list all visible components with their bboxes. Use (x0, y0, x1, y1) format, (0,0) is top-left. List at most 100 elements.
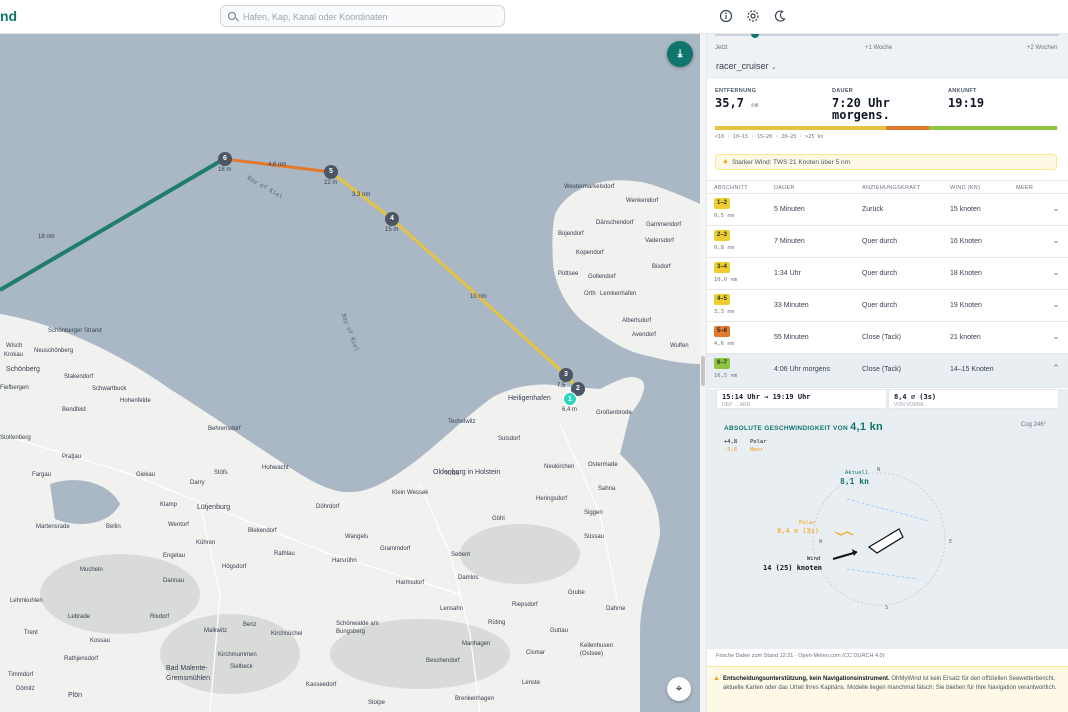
compass-e: E (949, 539, 953, 545)
place-label: Timmdorf (8, 672, 34, 678)
download-button[interactable]: ⤓ (667, 41, 693, 67)
departure-slider[interactable] (715, 34, 1059, 38)
legend-sea-value: -3,6 (724, 447, 738, 453)
leg-badge: 4–5 (714, 294, 730, 305)
leg-distance: 0,5 nm (714, 213, 734, 219)
place-label: Gammendorf (646, 222, 682, 228)
place-label: Ostermade (588, 462, 618, 468)
place-label: Schwartbuck (92, 386, 127, 392)
place-label: Trent (24, 630, 38, 636)
place-label: Kossau (90, 638, 111, 644)
locate-icon[interactable]: ⌖ (667, 677, 691, 701)
leg-force: Close (Tack) (862, 334, 901, 341)
place-label: Kasseedorf (306, 682, 337, 688)
leg-force: Quer durch (862, 238, 898, 245)
waypoint-depth: 7,5 (557, 383, 566, 389)
place-label: Wulfen (670, 343, 689, 349)
place-label: Bisdorf (652, 264, 671, 270)
boat-select[interactable]: racer_cruiser ⌄ (716, 61, 777, 71)
wind-warning: ▲ Starker Wind: TWS 21 Knoten über 5 nm (715, 154, 1057, 170)
place-label: Benz (243, 622, 257, 628)
cog-readout: Cog 246° (1021, 422, 1047, 428)
place-label: Brenkenhagen (455, 696, 495, 702)
column-header: ABSCHNITT (714, 185, 748, 191)
legend-sea-name: Meer (750, 447, 764, 453)
info-icon[interactable] (719, 9, 733, 23)
segment-label: 4,6 nm (268, 162, 287, 168)
search-box[interactable] (220, 5, 505, 27)
place-label: Rixdorf (150, 614, 170, 620)
segment-label: 10 nm (470, 294, 487, 300)
map-view[interactable]: 18 nm 4,6 nm 3,3 nm 10 nm Bay of Kiel Ba… (0, 34, 700, 712)
place-label: Pratjau (62, 454, 82, 460)
chevron-up-icon[interactable]: ⌃ (1051, 363, 1061, 373)
waypoint-marker[interactable]: 4 (385, 212, 399, 226)
scrollbar-thumb[interactable] (701, 356, 705, 386)
place-label: Hohwacht (262, 465, 289, 471)
arrival-value: 19:19 (948, 96, 985, 110)
place-label: Högsdorf (222, 564, 247, 570)
place-label: Bojendorf (558, 231, 584, 237)
wind-bar-seg (929, 126, 979, 130)
brand-logo[interactable]: nd (0, 8, 17, 24)
place-label: Guttau (550, 628, 569, 634)
wind-bar-seg (886, 126, 929, 130)
place-label: Neuschönberg (34, 348, 74, 354)
departure-section: Jetzt +1 Woche +2 Wochen racer_cruiser ⌄ (707, 34, 1068, 78)
place-label: Schönberg (6, 366, 40, 373)
polar-label: Polar (799, 520, 816, 526)
place-label: Döhrdorf (316, 504, 340, 510)
table-row[interactable]: 5–6 4,6 nm 55 Minuten Close (Tack) 21 kn… (707, 322, 1068, 354)
search-input[interactable] (243, 9, 498, 24)
place-label: Sulsdorf (498, 436, 521, 442)
waypoint-marker-start[interactable]: 1 (563, 392, 577, 406)
place-label: Westermarkelsdorf (564, 184, 615, 190)
waypoint-marker[interactable]: 5 (324, 165, 338, 179)
wind-bar-seg (829, 126, 886, 130)
leg-wind: 19 Knoten (950, 302, 982, 309)
place-label: Damlos (458, 575, 479, 581)
leg-distance: 10,0 nm (714, 277, 738, 283)
disclaimer: ▲ Entscheidungsunterstützung, kein Naviga… (707, 666, 1068, 712)
gear-icon[interactable] (746, 9, 760, 23)
place-label: Gollendorf (588, 274, 616, 280)
slider-knob[interactable] (751, 34, 759, 38)
moon-icon[interactable] (773, 9, 787, 23)
table-row[interactable]: 3–4 10,0 nm 1:34 Uhr Quer durch 18 Knote… (707, 258, 1068, 290)
chevron-down-icon[interactable]: ⌄ (1051, 299, 1061, 309)
chevron-down-icon[interactable]: ⌄ (1051, 331, 1061, 341)
waypoint-marker[interactable]: 6 (218, 152, 232, 166)
place-label: Lütjenburg (197, 504, 231, 511)
warning-icon: ▲ (713, 675, 720, 682)
table-row[interactable]: 4–5 3,3 nm 33 Minuten Quer durch 19 Knot… (707, 290, 1068, 322)
wind-label: Wind (807, 556, 821, 562)
wind-bar-legend: <10 · 10–15 · 15–20 · 20–25 · >25 kn (715, 134, 824, 140)
speed-value: 8,4 ⌀ (3s) (894, 393, 937, 401)
leg-distance: 3,3 nm (714, 309, 734, 315)
place-label: Stolpe (368, 700, 386, 706)
chevron-down-icon[interactable]: ⌄ (1051, 267, 1061, 277)
chevron-down-icon[interactable]: ⌄ (1051, 235, 1061, 245)
leg-duration: 7 Minuten (774, 238, 805, 245)
chevron-down-icon[interactable]: ⌄ (1051, 203, 1061, 213)
table-row[interactable]: 1–2 0,5 nm 5 Minuten Zurück 15 knoten ⌄ (707, 194, 1068, 226)
table-header: ABSCHNITT DAUER ANZIEHUNGSKRAFT WIND (KN… (707, 180, 1068, 194)
place-label: Harmsdorf (396, 580, 425, 586)
table-row[interactable]: 2–3 0,8 nm 7 Minuten Quer durch 16 Knote… (707, 226, 1068, 258)
place-label: Lensahn (440, 606, 464, 612)
map-canvas[interactable] (0, 34, 700, 712)
time-range-card: 15:14 Uhr → 19:19 Uhr DEP → ARR (716, 389, 887, 409)
speed-sub: VON VORNE (894, 402, 925, 408)
place-label: Manhagen (462, 641, 491, 647)
leg-badge: 6–7 (714, 358, 730, 369)
table-row-expanded[interactable]: 6–7 16,5 nm 4:06 Uhr morgens Close (Tack… (707, 354, 1068, 388)
place-label: Siggen (584, 510, 603, 516)
distance-value: 35,7 nm (715, 96, 759, 110)
waypoint-marker[interactable]: 3 (559, 368, 573, 382)
place-label: Lenste (522, 680, 541, 686)
warning-icon: ▲ (722, 158, 729, 165)
absolute-speed: ABSOLUTE GESCHWINDIGKEIT VON 4,1 kn (724, 421, 884, 433)
column-header: MEER (1016, 185, 1034, 191)
place-label: Großenbrode (596, 410, 632, 416)
place-label: Rathlau (274, 551, 295, 557)
